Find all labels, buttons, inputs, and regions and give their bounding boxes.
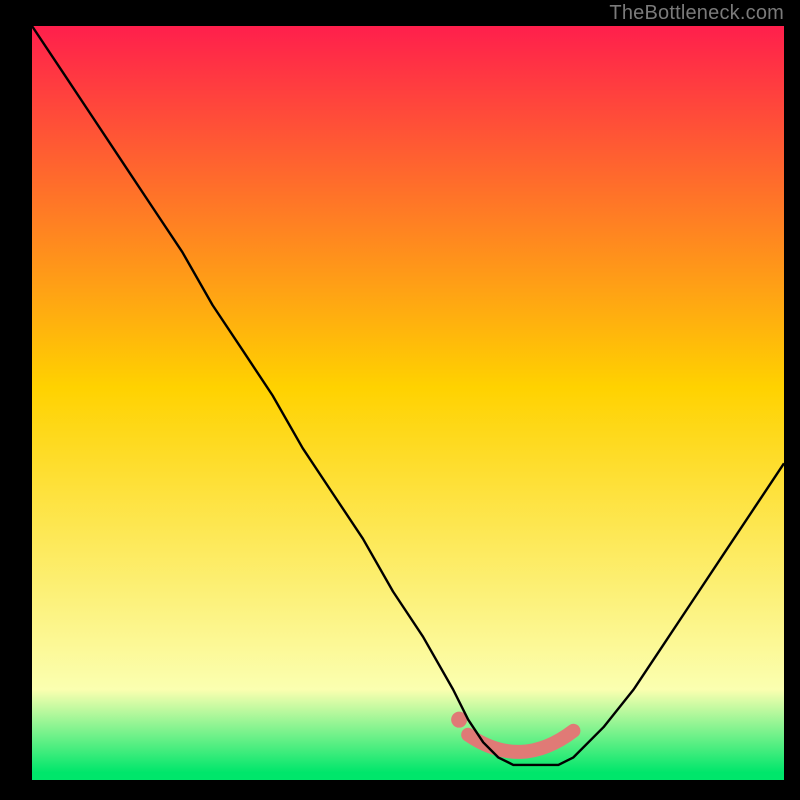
watermark-text: TheBottleneck.com bbox=[609, 2, 784, 25]
chart-canvas bbox=[0, 0, 800, 800]
bottleneck-chart: TheBottleneck.com bbox=[0, 0, 800, 800]
